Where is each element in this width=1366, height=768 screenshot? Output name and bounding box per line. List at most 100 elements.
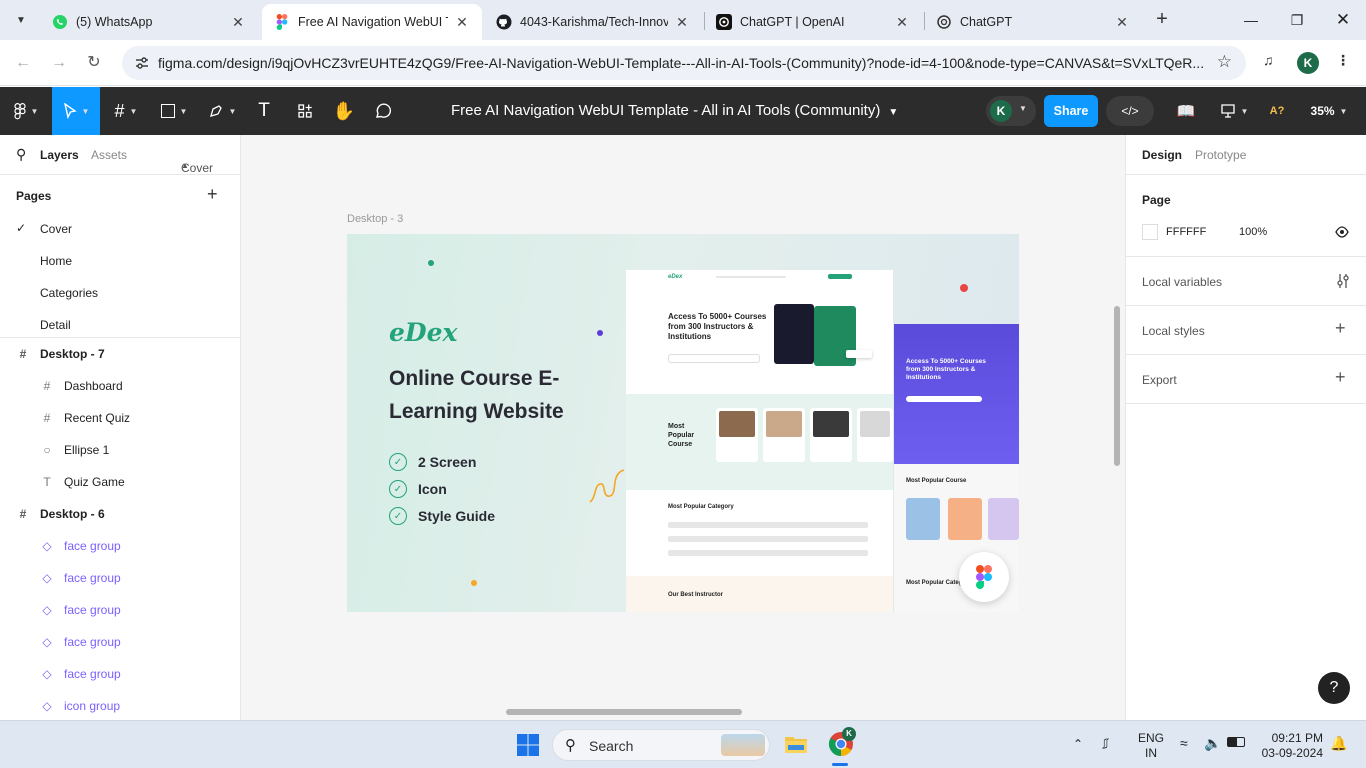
frame-icon: # xyxy=(43,411,51,425)
tab-assets[interactable]: Assets xyxy=(91,148,127,162)
dev-mode-toggle[interactable]: </> xyxy=(1106,96,1154,126)
maximize-button[interactable]: ❐ xyxy=(1282,6,1312,34)
page-color-swatch[interactable] xyxy=(1142,224,1158,240)
back-button[interactable]: ← xyxy=(10,50,36,76)
tab-whatsapp[interactable]: (5) WhatsApp ✕ xyxy=(40,4,258,40)
tab-design[interactable]: Design xyxy=(1142,148,1182,162)
close-tab-icon[interactable]: ✕ xyxy=(454,14,470,31)
close-tab-icon[interactable]: ✕ xyxy=(230,14,246,31)
file-title-button[interactable]: Free AI Navigation WebUI Template - All … xyxy=(451,102,898,119)
frame-tool-button[interactable]: # ▼ xyxy=(104,87,148,135)
move-tool-button[interactable]: ▼ xyxy=(52,87,100,135)
profile-avatar[interactable]: K xyxy=(1297,52,1319,74)
layer-face-group[interactable]: ◇ face group xyxy=(40,568,120,588)
windows-start-icon[interactable] xyxy=(516,733,540,757)
reload-button[interactable]: ↻ xyxy=(81,50,107,76)
tab-github[interactable]: 4043-Karishma/Tech-Innova ✕ xyxy=(484,4,702,40)
share-button[interactable]: Share xyxy=(1044,95,1098,127)
variables-settings-icon[interactable] xyxy=(1336,273,1350,289)
add-export-button[interactable]: + xyxy=(1335,367,1346,388)
page-item-categories[interactable]: Categories xyxy=(40,286,98,300)
design-canvas[interactable]: Desktop - 3 eDex Online Course E-Learnin… xyxy=(241,135,1125,720)
tab-chatgpt[interactable]: ChatGPT ✕ xyxy=(924,4,1142,40)
chevron-up-icon[interactable]: ⌃ xyxy=(1073,737,1083,751)
close-tab-icon[interactable]: ✕ xyxy=(674,14,690,31)
notification-bell-icon[interactable]: 🔔 xyxy=(1330,735,1347,752)
layer-desktop-6[interactable]: # Desktop - 6 xyxy=(16,504,105,524)
close-tab-icon[interactable]: ✕ xyxy=(894,14,910,31)
local-styles-section[interactable]: Local styles + xyxy=(1126,306,1366,355)
local-variables-section[interactable]: Local variables xyxy=(1126,257,1366,306)
help-button[interactable]: ? xyxy=(1318,672,1350,704)
time-label: 09:21 PM xyxy=(1271,731,1323,745)
layer-ellipse-1[interactable]: ○ Ellipse 1 xyxy=(40,440,109,460)
close-window-button[interactable]: ✕ xyxy=(1328,6,1358,34)
export-label: Export xyxy=(1142,373,1177,387)
present-button[interactable]: ▼ xyxy=(1216,87,1252,135)
network-off-icon[interactable]: ⎎ xyxy=(1102,735,1109,752)
volume-icon[interactable]: 🔈 xyxy=(1204,735,1221,752)
checkmark-icon: ✓ xyxy=(16,221,27,235)
canvas-vertical-scrollbar[interactable] xyxy=(1114,306,1120,466)
tab-title: ChatGPT | OpenAI xyxy=(740,15,845,29)
export-section[interactable]: Export + xyxy=(1126,355,1366,404)
layer-quiz-game[interactable]: T Quiz Game xyxy=(40,472,124,492)
chrome-taskbar-icon[interactable]: K xyxy=(828,727,856,757)
tab-chatgpt-openai[interactable]: ChatGPT | OpenAI ✕ xyxy=(704,4,922,40)
layer-recent-quiz[interactable]: # Recent Quiz xyxy=(40,408,130,428)
canvas-horizontal-scrollbar[interactable] xyxy=(506,709,742,715)
address-bar[interactable]: figma.com/design/i9qjOvHCZ3vrEUHTE4zQG9/… xyxy=(122,46,1246,80)
shape-tool-button[interactable]: ▼ xyxy=(152,87,196,135)
layer-dashboard[interactable]: # Dashboard xyxy=(40,376,123,396)
page-opacity-value[interactable]: 100% xyxy=(1239,226,1267,238)
text-tool-button[interactable]: T xyxy=(248,87,280,135)
library-button[interactable]: 📖 xyxy=(1172,87,1200,135)
page-item-cover[interactable]: Cover xyxy=(40,222,72,236)
page-item-detail[interactable]: Detail xyxy=(40,318,71,332)
browser-menu-icon[interactable]: ⋮ xyxy=(1336,52,1350,69)
forward-button[interactable]: → xyxy=(46,50,72,76)
bookmark-star-icon[interactable]: ☆ xyxy=(1217,52,1232,72)
font-warning-button[interactable]: A? xyxy=(1264,87,1290,135)
feature-label: Style Guide xyxy=(418,508,496,524)
tab-prototype[interactable]: Prototype xyxy=(1195,148,1246,162)
page-item-home[interactable]: Home xyxy=(40,254,72,268)
wifi-icon[interactable]: ≈ xyxy=(1180,735,1188,751)
search-icon[interactable]: ⚲ xyxy=(16,146,26,163)
page-heading: Page xyxy=(1142,193,1171,207)
tab-search-dropdown-icon[interactable]: ▼ xyxy=(8,7,34,33)
media-controls-icon[interactable]: ♫ xyxy=(1263,52,1274,68)
taskbar-search[interactable]: ⚲ Search xyxy=(552,729,770,761)
github-icon xyxy=(496,14,512,30)
tab-layers[interactable]: Layers xyxy=(40,148,79,162)
multiplayer-avatars[interactable]: K ▼ xyxy=(986,96,1036,126)
clock[interactable]: 09:21 PM 03-09-2024 xyxy=(1261,731,1323,761)
main-menu-button[interactable]: ▼ xyxy=(4,87,48,135)
layer-face-group[interactable]: ◇ face group xyxy=(40,536,120,556)
layer-desktop-7[interactable]: # Desktop - 7 xyxy=(16,344,105,364)
tab-figma[interactable]: Free AI Navigation WebUI Te ✕ xyxy=(262,4,482,40)
hand-tool-button[interactable]: ✋ xyxy=(326,87,362,135)
comment-tool-button[interactable] xyxy=(366,87,400,135)
minimize-button[interactable]: — xyxy=(1236,6,1266,34)
cover-frame[interactable]: eDex Online Course E-Learning Website ✓ 2… xyxy=(347,234,1019,612)
layer-icon-group[interactable]: ◇ icon group xyxy=(40,696,120,716)
new-tab-button[interactable]: + xyxy=(1150,8,1174,32)
eye-icon[interactable] xyxy=(1335,226,1349,238)
layer-face-group[interactable]: ◇ face group xyxy=(40,664,120,684)
add-page-button[interactable]: + xyxy=(207,184,218,205)
resources-button[interactable] xyxy=(288,87,322,135)
close-tab-icon[interactable]: ✕ xyxy=(1114,14,1130,31)
language-indicator[interactable]: ENG IN xyxy=(1138,731,1164,761)
add-style-button[interactable]: + xyxy=(1335,318,1346,339)
zoom-dropdown[interactable]: 35% ▼ xyxy=(1304,87,1354,135)
feature-item: ✓ 2 Screen xyxy=(389,453,476,471)
site-settings-icon[interactable] xyxy=(134,55,150,71)
page-color-value[interactable]: FFFFFF xyxy=(1166,226,1206,238)
frame-label[interactable]: Desktop - 3 xyxy=(347,213,403,225)
layer-face-group[interactable]: ◇ face group xyxy=(40,632,120,652)
pen-tool-button[interactable]: ▼ xyxy=(200,87,244,135)
file-explorer-icon[interactable] xyxy=(784,733,808,755)
layer-face-group[interactable]: ◇ face group xyxy=(40,600,120,620)
battery-icon[interactable] xyxy=(1227,737,1245,747)
